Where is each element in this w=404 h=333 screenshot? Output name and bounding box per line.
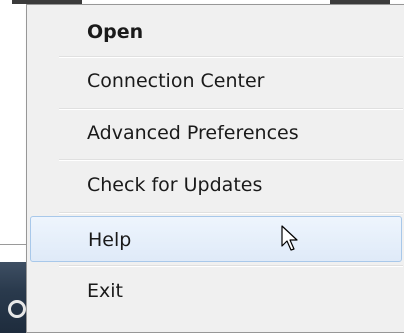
menu-separator <box>59 159 403 161</box>
mouse-pointer-icon <box>281 225 298 251</box>
menu-item-connection-center[interactable]: Connection Center <box>30 58 402 104</box>
clock-icon[interactable] <box>8 300 26 318</box>
menu-item-label: Exit <box>87 280 123 302</box>
menu-separator <box>59 265 403 267</box>
menu-item-exit[interactable]: Exit <box>30 268 402 314</box>
menu-item-open[interactable]: Open <box>30 9 402 55</box>
menu-item-help[interactable]: Help <box>30 216 402 262</box>
menu-item-advanced-preferences[interactable]: Advanced Preferences <box>30 110 402 156</box>
menu-item-label: Connection Center <box>87 70 265 92</box>
menu-separator <box>59 212 403 214</box>
menu-item-label: Check for Updates <box>87 174 263 196</box>
menu-item-check-for-updates[interactable]: Check for Updates <box>30 162 402 208</box>
context-menu: Open Connection Center Advanced Preferen… <box>26 4 404 333</box>
menu-item-label: Help <box>88 229 132 251</box>
menu-item-label: Advanced Preferences <box>87 122 299 144</box>
menu-item-label: Open <box>87 21 144 43</box>
